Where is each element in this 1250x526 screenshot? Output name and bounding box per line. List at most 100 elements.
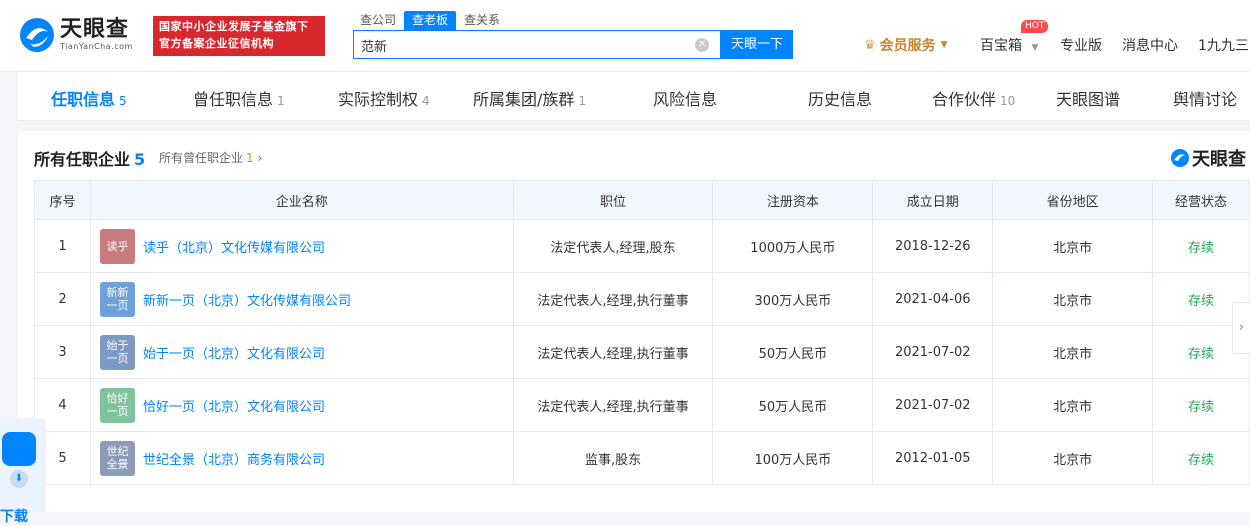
company-logo-text: 读乎	[106, 239, 129, 253]
company-cell: 恰好 一页 恰好一页（北京）文化有限公司	[89, 378, 514, 432]
table-row: 1 读乎 读乎（北京）文化传媒有限公司 法定代表人,经理,股东 1000万人民币 2018…	[34, 219, 1250, 273]
company-logo[interactable]: 世纪 全景	[99, 440, 135, 476]
row-index: 1	[34, 219, 91, 273]
header-registered-capital: 注册资本	[712, 180, 874, 220]
logo-text: 天眼查	[60, 17, 130, 42]
pro-version-link[interactable]: 专业版	[1060, 35, 1102, 55]
company-name-link[interactable]: 世纪全景（北京）商务有限公司	[143, 449, 325, 468]
company-name-link[interactable]: 新新一页（北京）文化传媒有限公司	[143, 290, 351, 309]
status-cell: 存续	[1152, 219, 1250, 273]
chevron-right-icon: ›	[253, 151, 263, 165]
company-logo[interactable]: 读乎	[99, 228, 135, 264]
header-region: 省份地区	[992, 180, 1154, 220]
chevron-right-icon[interactable]: ›	[1232, 302, 1250, 354]
watermark-text: 天眼查	[1192, 149, 1246, 170]
search-tab-relation[interactable]: 查关系	[456, 11, 508, 30]
former-positions-link[interactable]: 所有曾任职企业 1 ›	[159, 149, 262, 166]
tab-public-opinion[interactable]: 舆情讨论	[1173, 86, 1237, 110]
tab-group[interactable]: 所属集团/族群 1	[473, 86, 586, 110]
app-download-widget[interactable]: ⬇ 下载	[0, 418, 46, 525]
search-input[interactable]	[361, 36, 681, 54]
tianyancha-logo-icon	[20, 18, 54, 52]
company-cell: 始于 一页 始于一页（北京）文化有限公司	[89, 325, 514, 379]
date-cell: 2021-04-06	[872, 272, 994, 326]
company-logo-text: 始于	[106, 339, 129, 352]
company-logo-text: 一页	[106, 299, 129, 312]
date-cell: 2021-07-02	[872, 325, 994, 379]
positions-panel: 所有任职企业 5 所有曾任职企业 1 › 天眼查 序号 企业名称 职位 注册资本 成…	[18, 131, 1250, 512]
company-logo-text: 世纪	[106, 445, 129, 458]
tab-graph[interactable]: 天眼图谱	[1056, 86, 1120, 110]
tab-count: 4	[422, 94, 430, 108]
member-service-label: 会员服务	[879, 38, 936, 54]
message-center-link[interactable]: 消息中心	[1122, 35, 1178, 55]
company-name-link[interactable]: 恰好一页（北京）文化有限公司	[143, 396, 325, 415]
row-index: 3	[34, 325, 91, 379]
tab-risk[interactable]: 风险信息	[653, 86, 717, 110]
search-type-tabs: 查公司 查老板 查关系	[352, 11, 508, 30]
tab-actual-control[interactable]: 实际控制权 4	[338, 86, 430, 110]
table-row: 3 始于 一页 始于一页（北京）文化有限公司 法定代表人,经理,执行董事 50万人民币 20…	[34, 325, 1250, 379]
header-index: 序号	[34, 180, 91, 220]
company-logo-text: 全景	[106, 458, 129, 471]
header-company-name: 企业名称	[89, 180, 514, 220]
baibao-label: 百宝箱	[980, 38, 1022, 54]
user-menu[interactable]: 1九九三	[1198, 35, 1249, 55]
chevron-down-icon: ▼	[940, 40, 948, 50]
positions-table: 序号 企业名称 职位 注册资本 成立日期 省份地区 经营状态 1 读乎 读乎（北京）…	[34, 180, 1250, 485]
tab-label: 历史信息	[808, 90, 873, 109]
tab-history[interactable]: 历史信息	[808, 86, 872, 110]
search-tab-company[interactable]: 查公司	[352, 11, 404, 30]
company-cell: 新新 一页 新新一页（北京）文化传媒有限公司	[89, 272, 514, 326]
section-count: 5	[134, 150, 146, 169]
tab-current-positions[interactable]: 任职信息 5	[51, 86, 127, 110]
table-row: 2 新新 一页 新新一页（北京）文化传媒有限公司 法定代表人,经理,执行董事 300万人民…	[34, 272, 1250, 326]
position-cell: 法定代表人,经理,股东	[512, 219, 714, 273]
header-status: 经营状态	[1152, 180, 1250, 220]
date-cell: 2021-07-02	[872, 378, 994, 432]
capital-cell: 300万人民币	[712, 272, 874, 326]
company-name-link[interactable]: 始于一页（北京）文化有限公司	[143, 343, 325, 362]
search-tab-boss[interactable]: 查老板	[404, 11, 457, 30]
company-logo[interactable]: 新新 一页	[99, 281, 135, 317]
status-cell: 存续	[1152, 431, 1250, 485]
company-logo-text: 新新	[106, 286, 129, 299]
company-logo-text: 恰好	[106, 392, 129, 405]
region-cell: 北京市	[992, 219, 1154, 273]
baibao-menu[interactable]: 百宝箱 ▼	[980, 35, 1038, 55]
tab-label: 天眼图谱	[1056, 90, 1121, 109]
tab-former-positions[interactable]: 曾任职信息 1	[193, 86, 285, 110]
former-positions-label: 所有曾任职企业	[159, 151, 244, 165]
table-header-row: 序号 企业名称 职位 注册资本 成立日期 省份地区 经营状态	[34, 180, 1250, 220]
former-positions-count: 1	[246, 151, 254, 165]
section-title: 所有任职企业 5	[34, 146, 145, 170]
tab-label: 实际控制权	[338, 90, 419, 109]
official-banner: 国家中小企业发展子基金旗下 官方备案企业征信机构	[153, 16, 325, 56]
region-cell: 北京市	[992, 325, 1154, 379]
member-service-menu[interactable]: ♛ 会员服务 ▼	[864, 35, 948, 55]
search-button[interactable]: 天眼一下	[721, 30, 793, 59]
tab-label: 舆情讨论	[1173, 90, 1238, 109]
tab-label: 曾任职信息	[193, 90, 274, 109]
site-logo[interactable]: 天眼查 TianYanCha.com	[18, 16, 133, 54]
tab-partners[interactable]: 合作伙伴 10	[932, 86, 1015, 110]
tianyancha-logo-icon	[1171, 149, 1189, 167]
company-name-link[interactable]: 读乎（北京）文化传媒有限公司	[143, 237, 325, 256]
profile-tabs: 任职信息 5 曾任职信息 1 实际控制权 4 所属集团/族群 1 风险信息 历史信息 合…	[18, 72, 1250, 121]
section-title-text: 所有任职企业	[34, 150, 131, 169]
clear-icon[interactable]: ✕	[695, 38, 709, 52]
crown-icon: ♛	[864, 37, 876, 53]
status-cell: 存续	[1152, 378, 1250, 432]
position-cell: 法定代表人,经理,执行董事	[512, 325, 714, 379]
capital-cell: 50万人民币	[712, 378, 874, 432]
download-label: 下载	[0, 509, 28, 525]
company-logo[interactable]: 始于 一页	[99, 334, 135, 370]
banner-line-2: 官方备案企业征信机构	[159, 37, 274, 50]
company-cell: 世纪 全景 世纪全景（北京）商务有限公司	[89, 431, 514, 485]
top-navbar: 天眼查 TianYanCha.com 国家中小企业发展子基金旗下 官方备案企业征…	[0, 0, 1250, 72]
hot-badge: HOT	[1021, 20, 1049, 33]
region-cell: 北京市	[992, 272, 1154, 326]
company-logo[interactable]: 恰好 一页	[99, 387, 135, 423]
watermark-logo: 天眼查	[1170, 145, 1246, 171]
company-logo-text: 一页	[106, 405, 129, 418]
